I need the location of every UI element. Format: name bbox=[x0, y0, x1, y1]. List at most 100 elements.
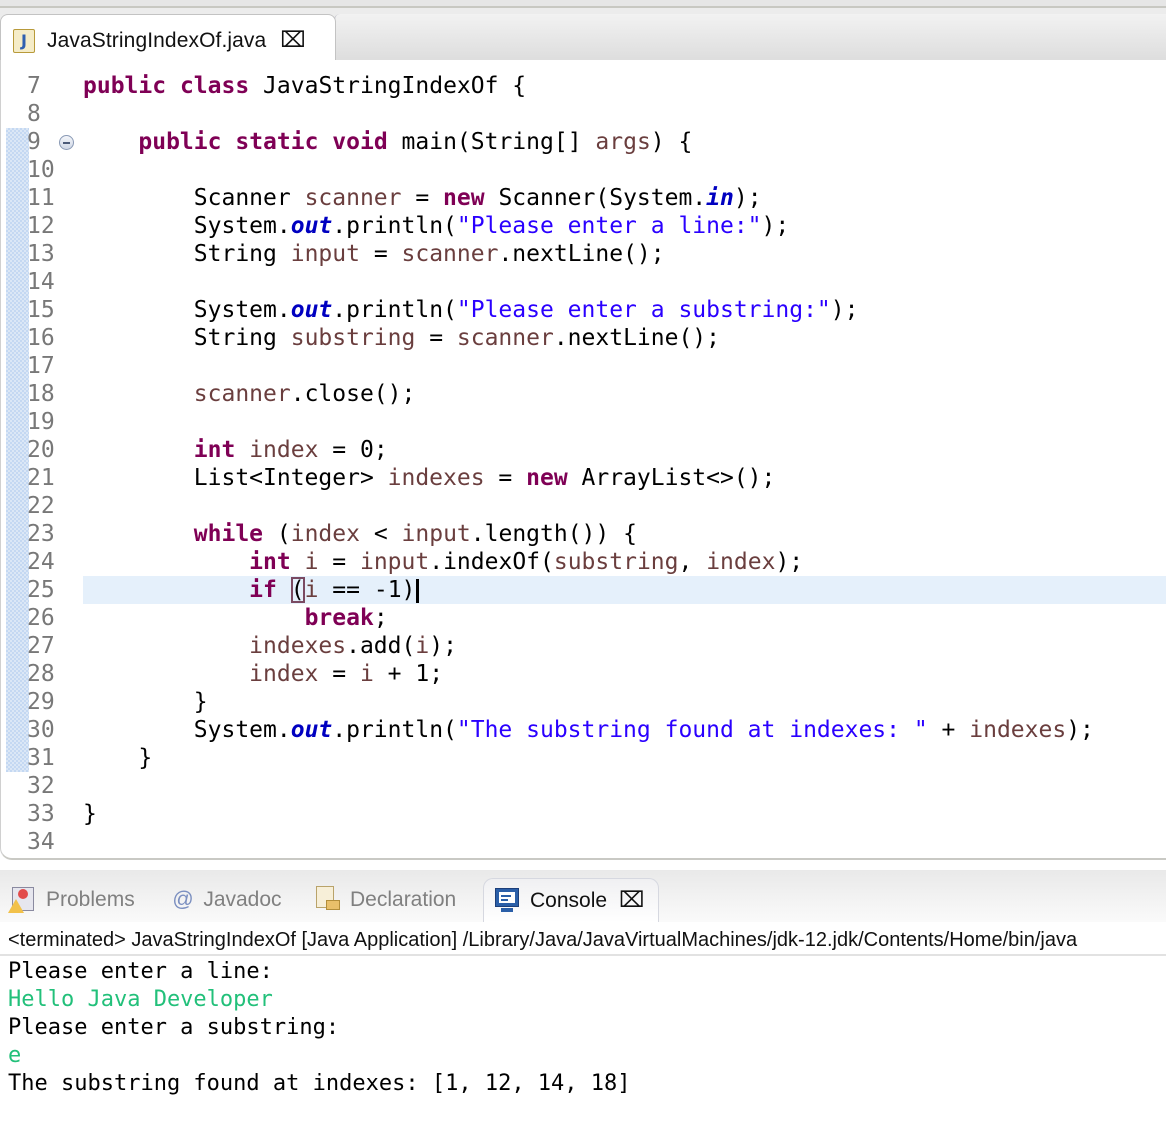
code-line[interactable]: 20 int index = 0; bbox=[1, 436, 1166, 464]
code-token: JavaStringIndexOf { bbox=[249, 73, 527, 99]
code-token: } bbox=[83, 801, 97, 827]
line-number: 11 bbox=[27, 185, 55, 211]
editor-tab-javastringindexof[interactable]: J JavaStringIndexOf.java ⌧ bbox=[0, 14, 336, 66]
code-line[interactable]: 31 } bbox=[1, 744, 1166, 772]
close-icon[interactable]: ⌧ bbox=[280, 29, 305, 52]
code-token: new bbox=[443, 185, 485, 211]
code-token: input bbox=[401, 521, 471, 547]
code-line[interactable]: 9 public static void main(String[] args)… bbox=[1, 128, 1166, 156]
code-token: int bbox=[249, 549, 291, 575]
line-number: 7 bbox=[27, 73, 41, 99]
code-line[interactable]: 16 String substring = scanner.nextLine()… bbox=[1, 324, 1166, 352]
code-token: args bbox=[595, 129, 651, 155]
code-token: substring bbox=[553, 549, 679, 575]
code-token: scanner bbox=[304, 185, 402, 211]
line-number: 31 bbox=[27, 745, 55, 771]
code-line[interactable]: 8 bbox=[1, 100, 1166, 128]
code-editor[interactable]: 7 public class JavaStringIndexOf {8 9 publ… bbox=[0, 60, 1166, 860]
code-text: System.out.println("Please enter a subst… bbox=[83, 296, 859, 324]
code-line[interactable]: 12 System.out.println("Please enter a li… bbox=[1, 212, 1166, 240]
code-line[interactable]: 15 System.out.println("Please enter a su… bbox=[1, 296, 1166, 324]
console-output-line: The substring found at indexes: [1, 12, … bbox=[8, 1071, 631, 1096]
code-line[interactable]: 28 index = i + 1; bbox=[1, 660, 1166, 688]
code-line[interactable]: 30 System.out.println("The substring fou… bbox=[1, 716, 1166, 744]
code-token: void bbox=[332, 129, 388, 155]
console-input-line: e bbox=[8, 1043, 22, 1068]
code-token: public bbox=[138, 129, 222, 155]
code-line[interactable]: 17 bbox=[1, 352, 1166, 380]
code-line[interactable]: 22 bbox=[1, 492, 1166, 520]
code-token: == -1) bbox=[318, 577, 416, 603]
code-token: public bbox=[83, 73, 167, 99]
problems-icon bbox=[8, 885, 36, 915]
code-line[interactable]: 11 Scanner scanner = new Scanner(System.… bbox=[1, 184, 1166, 212]
line-number: 20 bbox=[27, 437, 55, 463]
line-number: 14 bbox=[27, 269, 55, 295]
code-line[interactable]: 13 String input = scanner.nextLine(); bbox=[1, 240, 1166, 268]
code-line[interactable]: 34 bbox=[1, 828, 1166, 856]
tab-javadoc[interactable]: @ Javadoc bbox=[172, 878, 282, 922]
code-line[interactable]: 14 bbox=[1, 268, 1166, 296]
code-token: .println( bbox=[332, 213, 457, 239]
code-token: .println( bbox=[332, 297, 457, 323]
code-line[interactable]: 24 int i = input.indexOf(substring, inde… bbox=[1, 548, 1166, 576]
line-number: 33 bbox=[27, 801, 55, 827]
code-text: public static void main(String[] args) { bbox=[83, 128, 692, 156]
code-line[interactable]: 18 scanner.close(); bbox=[1, 380, 1166, 408]
code-token: System. bbox=[83, 213, 291, 239]
close-icon[interactable]: ⌧ bbox=[619, 889, 644, 912]
code-line[interactable]: 21 List<Integer> indexes = new ArrayList… bbox=[1, 464, 1166, 492]
tab-declaration[interactable]: Declaration bbox=[314, 878, 456, 922]
collapse-icon[interactable] bbox=[59, 135, 74, 150]
code-token: } bbox=[83, 745, 153, 771]
code-lines: 7 public class JavaStringIndexOf {8 9 publ… bbox=[1, 72, 1166, 856]
code-token: scanner bbox=[193, 381, 291, 407]
code-token: input bbox=[359, 549, 430, 575]
code-token: + 1; bbox=[373, 661, 444, 687]
code-token: i bbox=[415, 633, 430, 659]
code-token: Scanner(System. bbox=[484, 185, 707, 211]
tab-console[interactable]: Console ⌧ bbox=[483, 878, 660, 922]
code-line[interactable]: 33} bbox=[1, 800, 1166, 828]
code-line[interactable]: 7 public class JavaStringIndexOf { bbox=[1, 72, 1166, 100]
code-text: } bbox=[83, 744, 152, 772]
console-output[interactable]: Please enter a line: Hello Java Developer… bbox=[8, 958, 631, 1098]
line-number: 18 bbox=[27, 381, 55, 407]
code-line[interactable]: 23 while (index < input.length()) { bbox=[1, 520, 1166, 548]
tab-problems[interactable]: Problems bbox=[8, 878, 135, 922]
code-line[interactable]: 10 bbox=[1, 156, 1166, 184]
code-token: = bbox=[318, 661, 360, 687]
line-number: 32 bbox=[27, 773, 55, 799]
code-line[interactable]: 27 indexes.add(i); bbox=[1, 632, 1166, 660]
editor-tab-label: JavaStringIndexOf.java bbox=[47, 28, 267, 52]
line-number: 22 bbox=[27, 493, 55, 519]
code-token: index bbox=[249, 661, 319, 687]
code-line[interactable]: 19 bbox=[1, 408, 1166, 436]
code-token: ; bbox=[373, 605, 388, 631]
code-text: if (i == -1) bbox=[83, 576, 420, 604]
code-token: index bbox=[249, 437, 319, 463]
code-line[interactable]: 32 bbox=[1, 772, 1166, 800]
code-token: ); bbox=[733, 185, 762, 211]
code-text: indexes.add(i); bbox=[83, 632, 457, 660]
line-number: 17 bbox=[27, 353, 55, 379]
code-token: = bbox=[318, 549, 360, 575]
line-number: 16 bbox=[27, 325, 55, 351]
code-token: indexes bbox=[387, 465, 485, 491]
console-icon bbox=[494, 887, 520, 914]
code-token: "Please enter a line:" bbox=[456, 213, 762, 239]
code-token: indexes bbox=[969, 717, 1067, 743]
code-token: .nextLine(); bbox=[553, 325, 720, 351]
code-line[interactable]: 26 break; bbox=[1, 604, 1166, 632]
code-line[interactable]: 29 } bbox=[1, 688, 1166, 716]
code-text: while (index < input.length()) { bbox=[83, 520, 637, 548]
code-token: scanner bbox=[456, 325, 554, 351]
code-line[interactable]: 25 if (i == -1) bbox=[1, 576, 1166, 604]
code-token: = 0; bbox=[318, 437, 388, 463]
code-token: ); bbox=[1066, 717, 1094, 743]
